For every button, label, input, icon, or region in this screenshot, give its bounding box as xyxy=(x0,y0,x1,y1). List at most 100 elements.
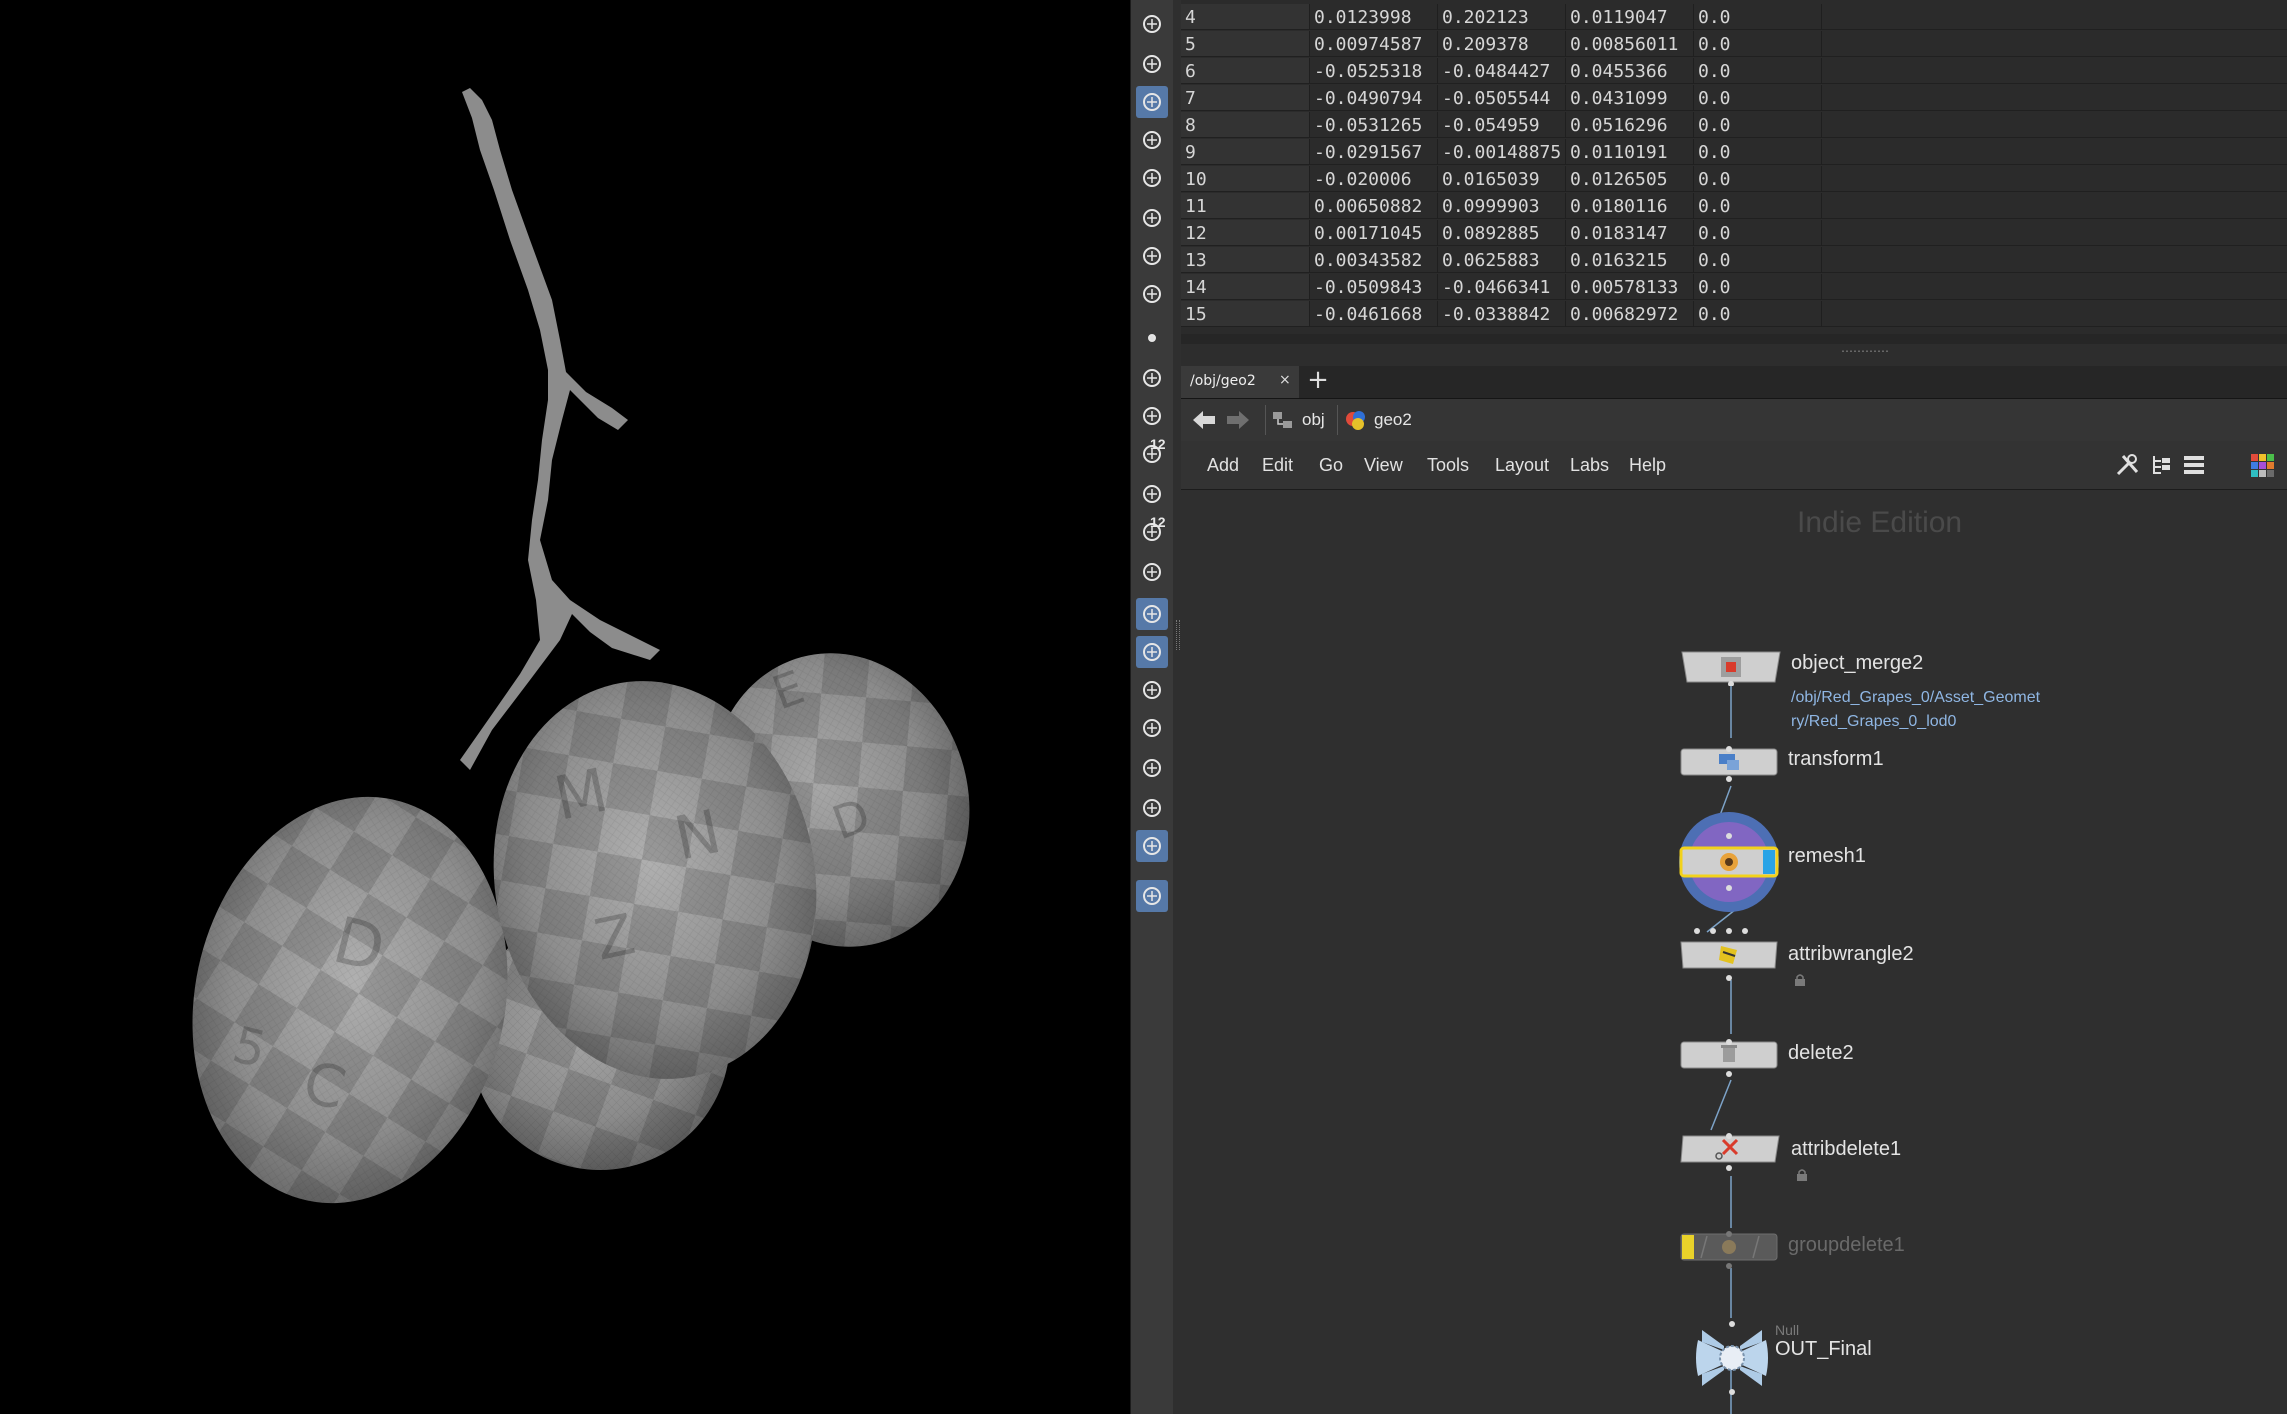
spot-light-icon[interactable] xyxy=(1136,162,1168,194)
pin-icon[interactable] xyxy=(1136,880,1168,912)
table-row[interactable]: 12 0.00171045 0.0892885 0.0183147 0.0 xyxy=(1181,220,2287,247)
menu-edit[interactable]: Edit xyxy=(1262,455,1293,476)
pane-splitter-horizontal[interactable]: ⋯⋯⋯⋯ xyxy=(1181,344,2287,367)
value-cell: 0.0183147 xyxy=(1566,220,1694,246)
ghost-icon[interactable] xyxy=(1136,48,1168,80)
camera-link-icon[interactable] xyxy=(1136,240,1168,272)
add-tab-button[interactable]: + xyxy=(1305,365,1331,395)
camera-icon[interactable] xyxy=(1136,278,1168,310)
table-row[interactable]: 8 -0.0531265 -0.054959 0.0516296 0.0 xyxy=(1181,112,2287,139)
value-cell: 0.0516296 xyxy=(1566,112,1694,138)
paint-icon[interactable] xyxy=(1136,478,1168,510)
background-icon[interactable] xyxy=(1136,830,1168,862)
value-cell: 0.0 xyxy=(1694,58,1822,84)
pen-icon[interactable] xyxy=(1136,400,1168,432)
close-tab-icon[interactable]: × xyxy=(1279,372,1291,388)
node-remesh1[interactable] xyxy=(1675,808,1783,920)
node-groupdelete1[interactable] xyxy=(1679,1230,1779,1274)
breadcrumb-label: obj xyxy=(1302,410,1325,429)
axis-icon[interactable] xyxy=(1136,556,1168,588)
row-index-cell: 15 xyxy=(1181,301,1310,327)
isolate-icon[interactable] xyxy=(1136,8,1168,40)
menu-labs[interactable]: Labs xyxy=(1570,455,1609,476)
menu-tools[interactable]: Tools xyxy=(1427,455,1469,476)
network-editor[interactable]: Indie Edition object_merge2 /obj/Red_Gra… xyxy=(1181,490,2287,1414)
wrench-icon[interactable] xyxy=(2115,452,2141,478)
primitive-number-icon[interactable]: 12 xyxy=(1136,514,1168,548)
table-row[interactable]: 13 0.00343582 0.0625883 0.0163215 0.0 xyxy=(1181,247,2287,274)
value-cell: 0.0126505 xyxy=(1566,166,1694,192)
back-arrow-icon[interactable] xyxy=(1191,409,1217,431)
number-badge: 12 xyxy=(1150,514,1166,530)
menu-view[interactable]: View xyxy=(1364,455,1403,476)
value-cell: 0.0 xyxy=(1694,85,1822,111)
value-cell: 0.0 xyxy=(1694,4,1822,30)
lock-icon xyxy=(1794,971,1806,990)
table-row[interactable]: 14 -0.0509843 -0.0466341 0.00578133 0.0 xyxy=(1181,274,2287,301)
point-light-icon[interactable] xyxy=(1136,124,1168,156)
brush-icon[interactable] xyxy=(1136,362,1168,394)
value-cell: 0.0 xyxy=(1694,112,1822,138)
menu-add[interactable]: Add xyxy=(1207,455,1239,476)
forward-arrow-icon[interactable] xyxy=(1225,409,1251,431)
menu-go[interactable]: Go xyxy=(1319,455,1343,476)
value-cell: 0.0999903 xyxy=(1438,193,1566,219)
table-row[interactable]: 11 0.00650882 0.0999903 0.0180116 0.0 xyxy=(1181,193,2287,220)
menu-help[interactable]: Help xyxy=(1629,455,1666,476)
group-light-icon[interactable] xyxy=(1136,202,1168,234)
empty-cell xyxy=(1822,4,2287,30)
breadcrumb-geo2[interactable]: geo2 xyxy=(1337,405,1428,435)
node-attribdelete1[interactable] xyxy=(1679,1132,1783,1176)
value-cell: 0.0431099 xyxy=(1566,85,1694,111)
empty-cell xyxy=(1822,58,2287,84)
table-row[interactable]: 7 -0.0490794 -0.0505544 0.0431099 0.0 xyxy=(1181,85,2287,112)
dot-icon[interactable] xyxy=(1136,322,1168,354)
value-cell: 0.209378 xyxy=(1438,31,1566,57)
table-row[interactable]: 4 0.0123998 0.202123 0.0119047 0.0 xyxy=(1181,4,2287,31)
breadcrumb-obj[interactable]: obj xyxy=(1265,405,1330,435)
splitter-grip[interactable]: ⋯⋯⋯⋯ xyxy=(1841,344,1889,358)
value-cell: -0.0291567 xyxy=(1310,139,1438,165)
value-cell: 0.0119047 xyxy=(1566,4,1694,30)
row-index-cell: 11 xyxy=(1181,193,1310,219)
tree-view-icon[interactable] xyxy=(2149,452,2175,478)
empty-cell xyxy=(1822,85,2287,111)
normals-icon[interactable] xyxy=(1136,598,1168,630)
list-view-icon[interactable] xyxy=(2181,452,2207,478)
pivot-icon[interactable] xyxy=(1136,752,1168,784)
point-number-icon[interactable]: 12 xyxy=(1136,436,1168,470)
shading-icon[interactable] xyxy=(1136,792,1168,824)
splitter-grip[interactable] xyxy=(1176,620,1180,650)
value-cell: -0.0484427 xyxy=(1438,58,1566,84)
menu-layout[interactable]: Layout xyxy=(1495,455,1549,476)
node-attribwrangle2[interactable] xyxy=(1679,926,1779,986)
wrangle-icon xyxy=(1680,928,1778,981)
table-row[interactable]: 15 -0.0461668 -0.0338842 0.00682972 0.0 xyxy=(1181,301,2287,328)
table-row[interactable]: 5 0.00974587 0.209378 0.00856011 0.0 xyxy=(1181,31,2287,58)
node-label: groupdelete1 xyxy=(1788,1234,1905,1256)
uv-grid-icon[interactable] xyxy=(1136,712,1168,744)
value-cell: -0.0531265 xyxy=(1310,112,1438,138)
value-cell: -0.0509843 xyxy=(1310,274,1438,300)
color-palette-icon[interactable] xyxy=(2249,452,2275,478)
table-row[interactable]: 6 -0.0525318 -0.0484427 0.0455366 0.0 xyxy=(1181,58,2287,85)
tab-obj-geo2[interactable]: /obj/geo2 × xyxy=(1181,366,1299,398)
table-row[interactable]: 10 -0.020006 0.0165039 0.0126505 0.0 xyxy=(1181,166,2287,193)
value-cell: 0.0110191 xyxy=(1566,139,1694,165)
light-icon[interactable] xyxy=(1136,86,1168,118)
table-row[interactable]: 9 -0.0291567 -0.00148875 0.0110191 0.0 xyxy=(1181,139,2287,166)
node-delete2[interactable] xyxy=(1679,1038,1779,1082)
value-cell: 0.0180116 xyxy=(1566,193,1694,219)
value-cell: 0.00682972 xyxy=(1566,301,1694,327)
value-cell: -0.0466341 xyxy=(1438,274,1566,300)
node-object-merge2[interactable] xyxy=(1679,650,1783,690)
value-cell: 0.00650882 xyxy=(1310,193,1438,219)
row-index-cell: 12 xyxy=(1181,220,1310,246)
checker-icon[interactable] xyxy=(1136,636,1168,668)
node-out-final[interactable] xyxy=(1694,1320,1770,1400)
uv-icon[interactable] xyxy=(1136,674,1168,706)
geometry-spreadsheet[interactable]: 4 0.0123998 0.202123 0.0119047 0.0 5 0.0097458… xyxy=(1181,0,2287,344)
value-cell: -0.054959 xyxy=(1438,112,1566,138)
node-transform1[interactable] xyxy=(1679,746,1779,786)
3d-viewport[interactable]: D C 5 M N Z E D xyxy=(0,0,1130,1414)
